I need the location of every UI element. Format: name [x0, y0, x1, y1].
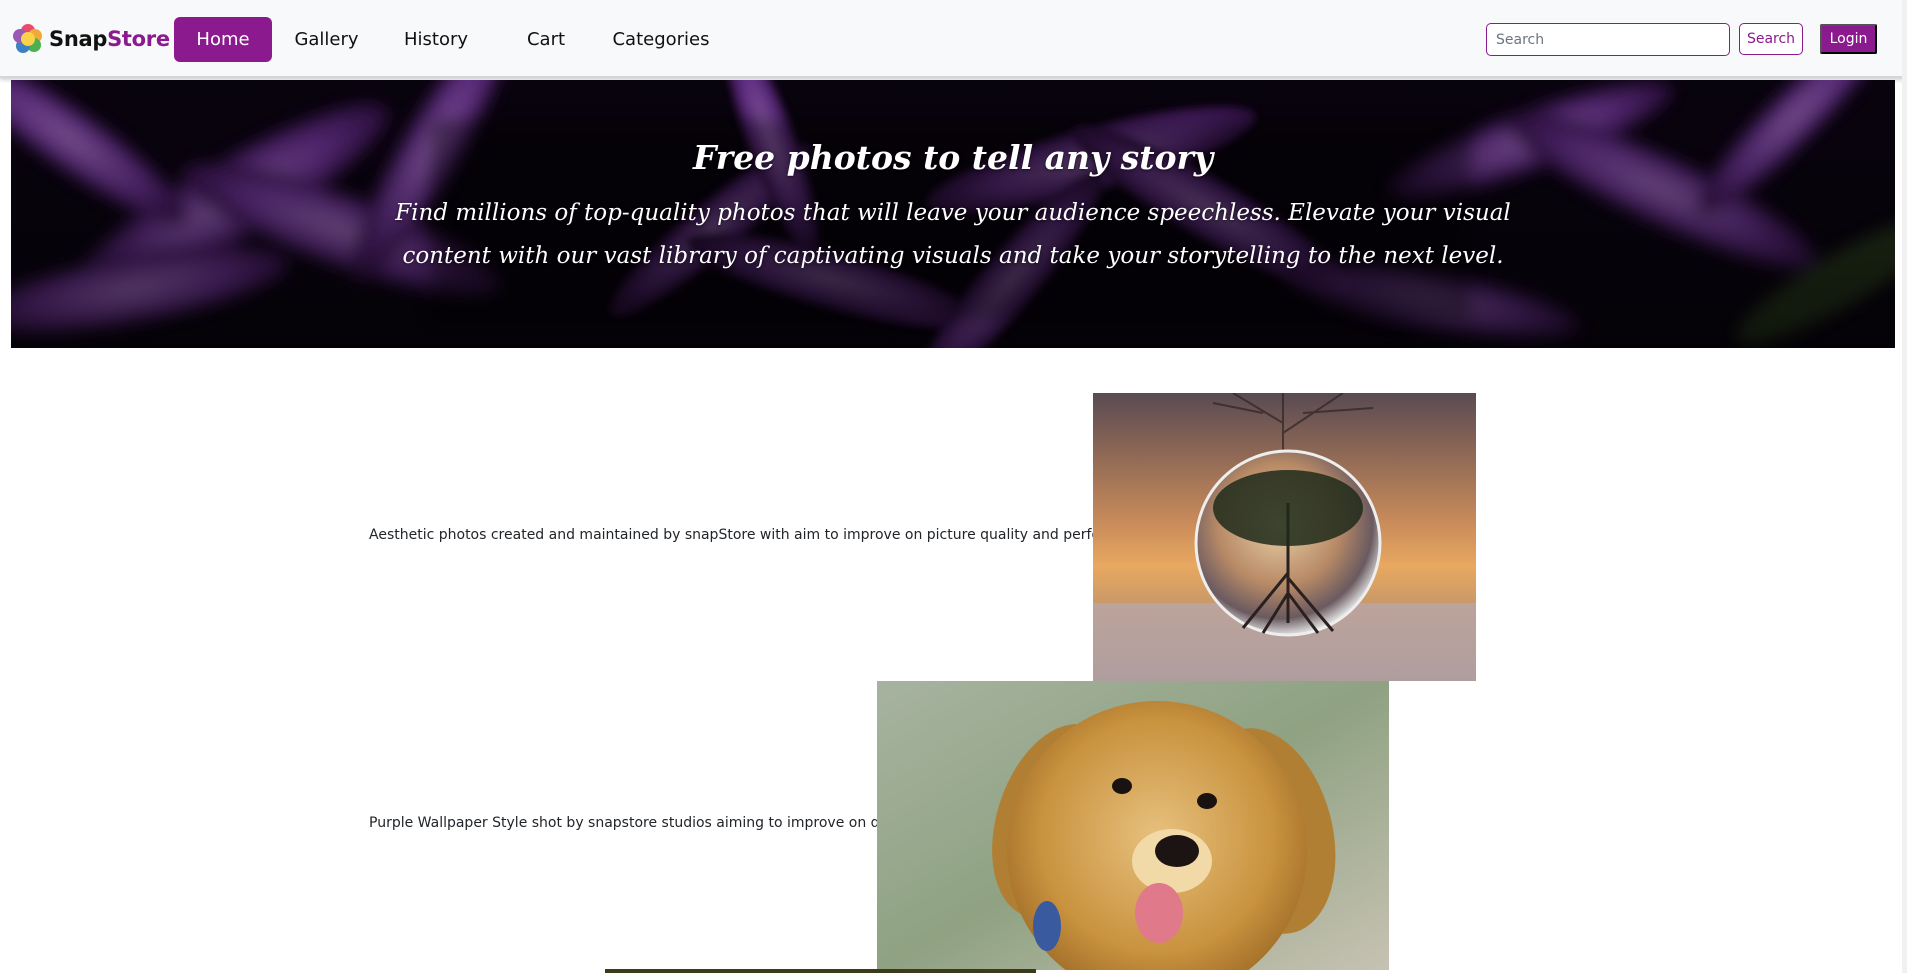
nav-item-gallery[interactable]: Gallery	[272, 17, 381, 62]
nav-item-categories[interactable]: Categories	[601, 17, 721, 62]
navbar: SnapStore Home Gallery History Cart Cate…	[0, 0, 1907, 78]
flower-logo-icon	[13, 24, 43, 54]
brand-name: SnapStore	[49, 27, 170, 51]
page-scrollbar[interactable]	[1902, 0, 1907, 973]
search-input[interactable]	[1486, 23, 1730, 56]
nav-item-history[interactable]: History	[381, 17, 491, 62]
hero-banner: Free photos to tell any story Find milli…	[11, 80, 1895, 348]
brand-name-store: Store	[107, 27, 170, 51]
nav-item-cart[interactable]: Cart	[491, 17, 601, 62]
feature-text-2: Purple Wallpaper Style shot by snapstore…	[369, 815, 919, 831]
crystal-ball-tree-photo	[1093, 393, 1476, 681]
search-button[interactable]: Search	[1739, 23, 1803, 55]
hero-title: Free photos to tell any story	[692, 138, 1214, 177]
golden-puppy-photo	[877, 681, 1389, 970]
nav-item-home[interactable]: Home	[174, 17, 272, 62]
brand-name-snap: Snap	[49, 27, 108, 51]
feature-text-1: Aesthetic photos created and maintained …	[369, 527, 1153, 543]
hero-subtitle: Find millions of top-quality photos that…	[395, 200, 1511, 269]
brand-logo[interactable]: SnapStore	[13, 24, 170, 54]
next-photo-preview	[605, 969, 1036, 973]
login-button[interactable]: Login	[1820, 24, 1877, 54]
nav-links: Home Gallery History Cart Categories	[174, 17, 721, 62]
